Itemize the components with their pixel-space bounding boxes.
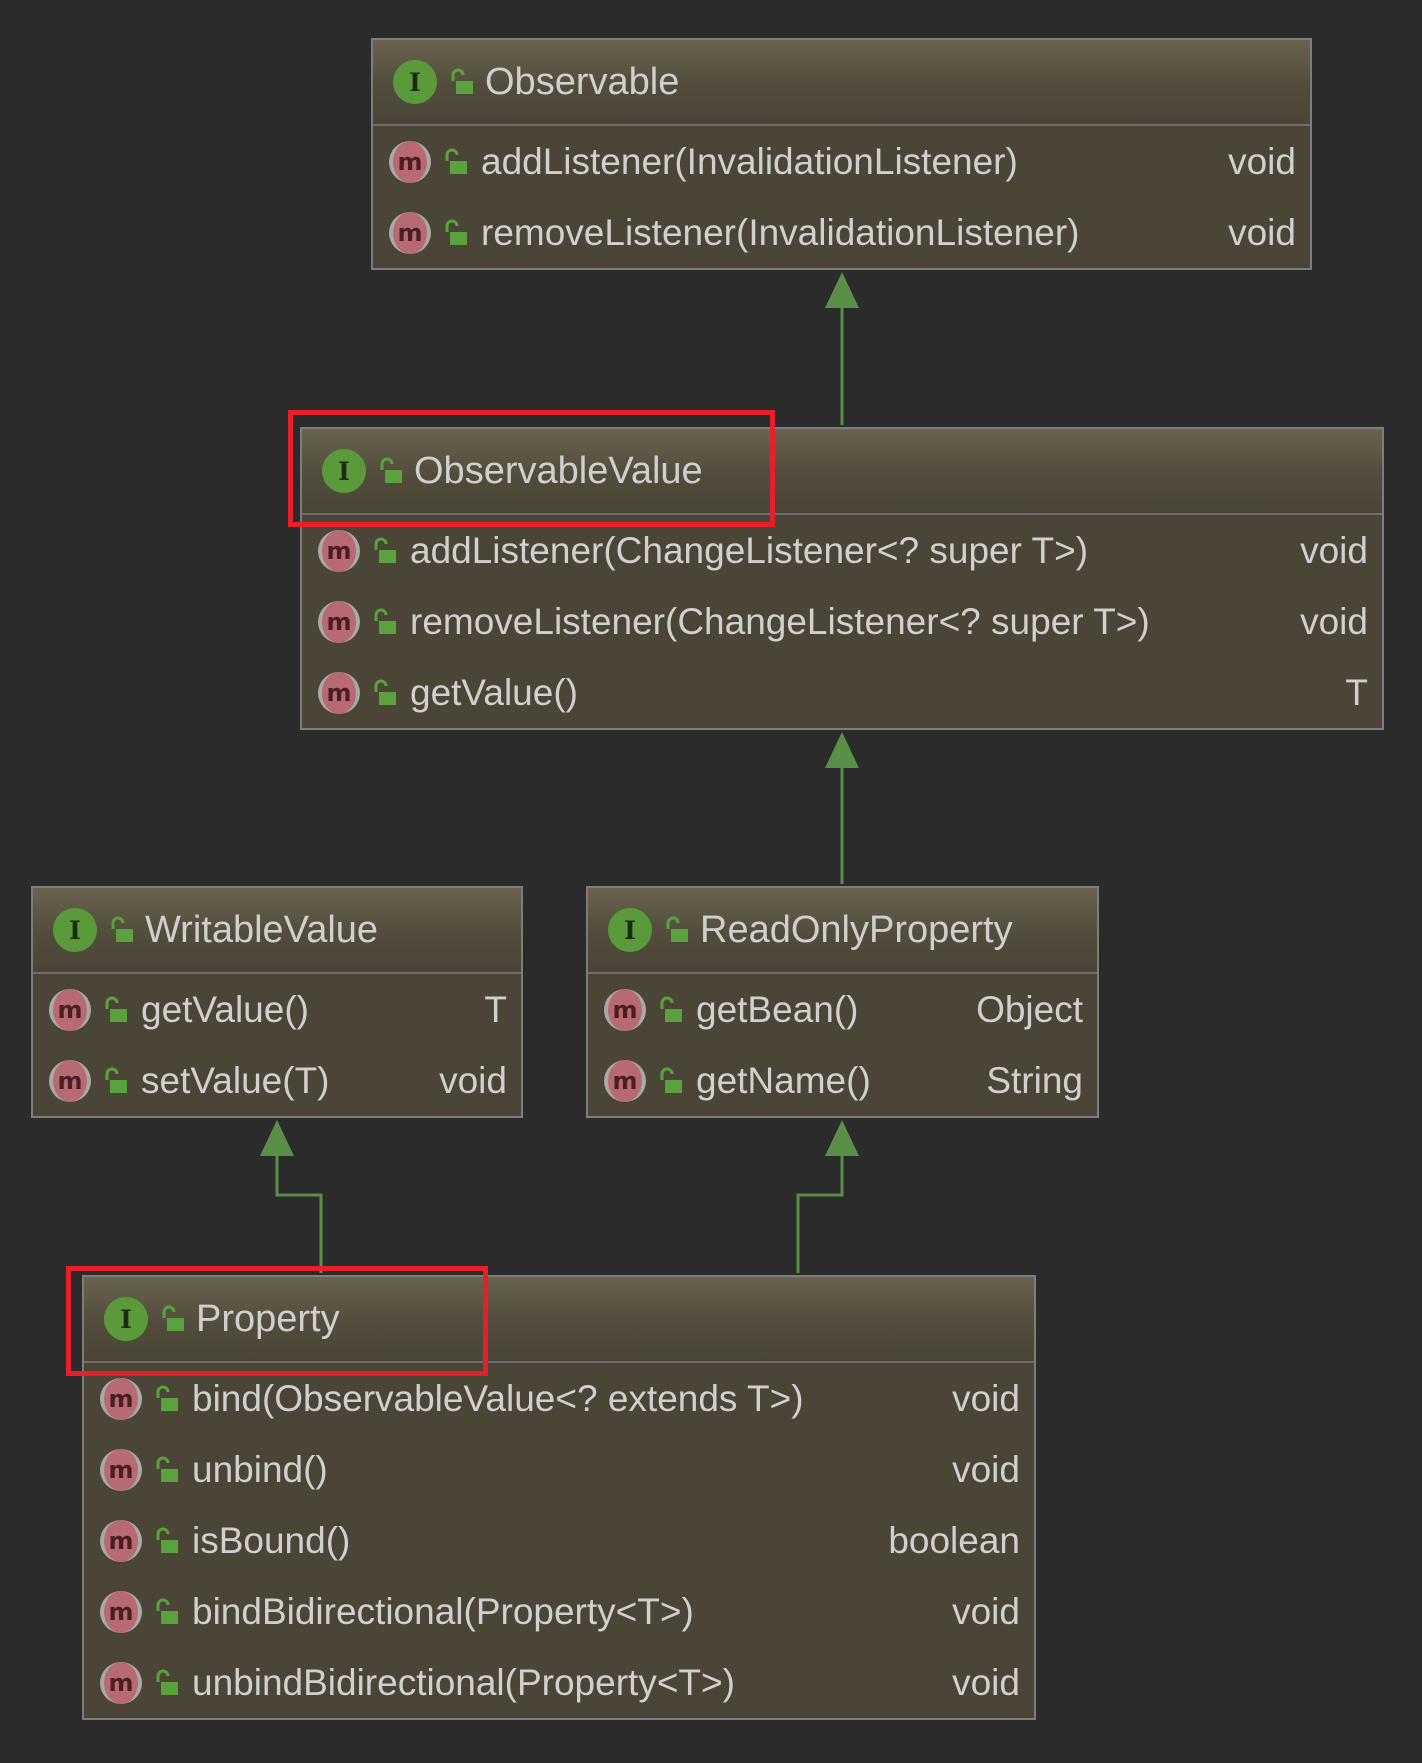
interface-icon: I bbox=[608, 908, 652, 952]
method-return-type: void bbox=[1228, 211, 1296, 253]
method-signature: unbind() bbox=[192, 1448, 328, 1490]
method-icon: m bbox=[318, 529, 360, 572]
method-row-bind-bidirectional[interactable]: m bindBidirectional(Property<T>) void bbox=[84, 1576, 1034, 1647]
public-visibility-icon bbox=[374, 679, 396, 705]
method-return-type: T bbox=[484, 988, 507, 1030]
method-signature: unbindBidirectional(Property<T>) bbox=[192, 1661, 735, 1703]
public-visibility-icon bbox=[666, 916, 688, 942]
method-icon: m bbox=[318, 671, 360, 714]
public-visibility-icon bbox=[660, 1067, 682, 1093]
interface-icon: I bbox=[393, 60, 437, 104]
method-signature: addListener(ChangeListener<? super T>) bbox=[410, 529, 1089, 571]
public-visibility-icon bbox=[451, 68, 473, 94]
public-visibility-icon bbox=[156, 1456, 178, 1482]
method-icon: m bbox=[604, 1059, 646, 1102]
class-box-observable[interactable]: I Observable m addListener(InvalidationList… bbox=[371, 38, 1312, 270]
method-signature: getValue() bbox=[410, 671, 578, 713]
method-icon: m bbox=[49, 1059, 91, 1102]
method-signature: isBound() bbox=[192, 1519, 351, 1561]
arrow-property-to-read-only-property bbox=[796, 1120, 859, 1273]
method-icon: m bbox=[100, 1590, 142, 1633]
class-name: WritableValue bbox=[145, 908, 379, 951]
public-visibility-icon bbox=[374, 608, 396, 634]
method-return-type: T bbox=[1345, 671, 1368, 713]
method-icon: m bbox=[49, 988, 91, 1031]
method-signature: addListener(InvalidationListener) bbox=[481, 140, 1018, 182]
method-signature: removeListener(InvalidationListener) bbox=[481, 211, 1080, 253]
class-box-writable-value[interactable]: I WritableValue m getValue() Tm setValue(T) vo… bbox=[31, 886, 523, 1118]
method-return-type: void bbox=[952, 1377, 1020, 1419]
class-name: Observable bbox=[485, 60, 680, 103]
public-visibility-icon bbox=[156, 1527, 178, 1553]
method-return-type: Object bbox=[976, 988, 1083, 1030]
public-visibility-icon bbox=[105, 996, 127, 1022]
highlight-box-observable-value bbox=[288, 410, 775, 527]
method-row-set-value[interactable]: m setValue(T) void bbox=[33, 1045, 521, 1116]
highlight-box-property bbox=[66, 1266, 488, 1376]
method-row-get-bean[interactable]: m getBean() Object bbox=[588, 974, 1097, 1045]
method-signature: removeListener(ChangeListener<? super T>… bbox=[410, 600, 1150, 642]
method-signature: getValue() bbox=[141, 988, 309, 1030]
arrow-read-only-property-to-observable-value bbox=[825, 732, 859, 884]
method-return-type: void bbox=[1300, 529, 1368, 571]
method-icon: m bbox=[100, 1448, 142, 1491]
class-header: I Observable bbox=[373, 40, 1310, 126]
method-row-get-value[interactable]: m getValue() T bbox=[302, 657, 1382, 728]
public-visibility-icon bbox=[445, 148, 467, 174]
public-visibility-icon bbox=[156, 1598, 178, 1624]
method-icon: m bbox=[100, 1377, 142, 1420]
method-row-unbind-bidirectional[interactable]: m unbindBidirectional(Property<T>) void bbox=[84, 1647, 1034, 1718]
method-row-remove-listener[interactable]: m removeListener(ChangeListener<? super T… bbox=[302, 586, 1382, 657]
arrow-property-to-writable-value bbox=[260, 1120, 323, 1273]
method-icon: m bbox=[100, 1519, 142, 1562]
method-signature: setValue(T) bbox=[141, 1059, 330, 1101]
method-row-is-bound[interactable]: m isBound() boolean bbox=[84, 1505, 1034, 1576]
method-row-add-listener[interactable]: m addListener(InvalidationListener) void bbox=[373, 126, 1310, 197]
public-visibility-icon bbox=[156, 1385, 178, 1411]
public-visibility-icon bbox=[105, 1067, 127, 1093]
class-name: ReadOnlyProperty bbox=[700, 908, 1013, 951]
class-box-read-only-property[interactable]: I ReadOnlyProperty m getBean() Object m getNam… bbox=[586, 886, 1099, 1118]
method-return-type: void bbox=[1228, 140, 1296, 182]
method-return-type: String bbox=[986, 1059, 1083, 1101]
method-icon: m bbox=[389, 140, 431, 183]
method-signature: getBean() bbox=[696, 988, 859, 1030]
method-row-remove-listener[interactable]: m removeListener(InvalidationListener) voi… bbox=[373, 197, 1310, 268]
method-return-type: void bbox=[1300, 600, 1368, 642]
method-signature: getName() bbox=[696, 1059, 871, 1101]
arrow-observable-value-to-observable bbox=[825, 272, 859, 425]
method-icon: m bbox=[318, 600, 360, 643]
method-return-type: void bbox=[439, 1059, 507, 1101]
public-visibility-icon bbox=[660, 996, 682, 1022]
method-row-get-name[interactable]: m getName() String bbox=[588, 1045, 1097, 1116]
method-return-type: void bbox=[952, 1590, 1020, 1632]
uml-diagram: I Observable m addListener(InvalidationList… bbox=[0, 0, 1422, 1763]
public-visibility-icon bbox=[445, 219, 467, 245]
method-return-type: void bbox=[952, 1448, 1020, 1490]
public-visibility-icon bbox=[374, 537, 396, 563]
method-return-type: void bbox=[952, 1661, 1020, 1703]
method-icon: m bbox=[604, 988, 646, 1031]
method-row-get-value[interactable]: m getValue() T bbox=[33, 974, 521, 1045]
class-header: I ReadOnlyProperty bbox=[588, 888, 1097, 974]
public-visibility-icon bbox=[156, 1669, 178, 1695]
interface-icon: I bbox=[53, 908, 97, 952]
method-signature: bindBidirectional(Property<T>) bbox=[192, 1590, 694, 1632]
method-row-unbind[interactable]: m unbind() void bbox=[84, 1434, 1034, 1505]
method-icon: m bbox=[389, 211, 431, 254]
method-signature: bind(ObservableValue<? extends T>) bbox=[192, 1377, 804, 1419]
method-icon: m bbox=[100, 1661, 142, 1704]
class-header: I WritableValue bbox=[33, 888, 521, 974]
public-visibility-icon bbox=[111, 916, 133, 942]
method-return-type: boolean bbox=[888, 1519, 1020, 1561]
